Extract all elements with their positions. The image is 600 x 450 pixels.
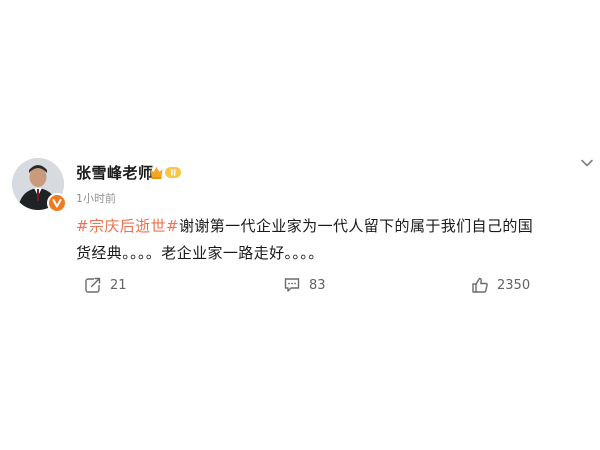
like-button[interactable]: 2350 <box>471 275 530 295</box>
chevron-down-icon[interactable] <box>578 154 596 172</box>
verified-v-icon <box>47 193 67 213</box>
author-name[interactable]: 张雪峰老师 <box>76 162 154 183</box>
repost-button[interactable]: 21 <box>84 275 127 295</box>
page: 张雪峰老师 1小时前 #宗庆后逝世#谢谢第一代企业家为一代人留下的属于我们自己的… <box>0 0 600 450</box>
repost-count: 21 <box>110 277 127 293</box>
like-count: 2350 <box>497 277 531 293</box>
comment-count: 83 <box>309 277 326 293</box>
comment-button[interactable]: 83 <box>283 275 326 295</box>
weibo-post-card: 张雪峰老师 1小时前 #宗庆后逝世#谢谢第一代企业家为一代人留下的属于我们自己的… <box>0 0 600 450</box>
thumbs-up-icon <box>472 277 488 293</box>
crown-badge-icon[interactable] <box>149 164 183 180</box>
post-timestamp[interactable]: 1小时前 <box>76 190 116 206</box>
post-body: #宗庆后逝世#谢谢第一代企业家为一代人留下的属于我们自己的国货经典。。。。老企业… <box>76 213 546 267</box>
comment-icon <box>284 278 300 292</box>
share-icon <box>85 277 102 293</box>
hashtag-link[interactable]: #宗庆后逝世# <box>76 217 179 235</box>
